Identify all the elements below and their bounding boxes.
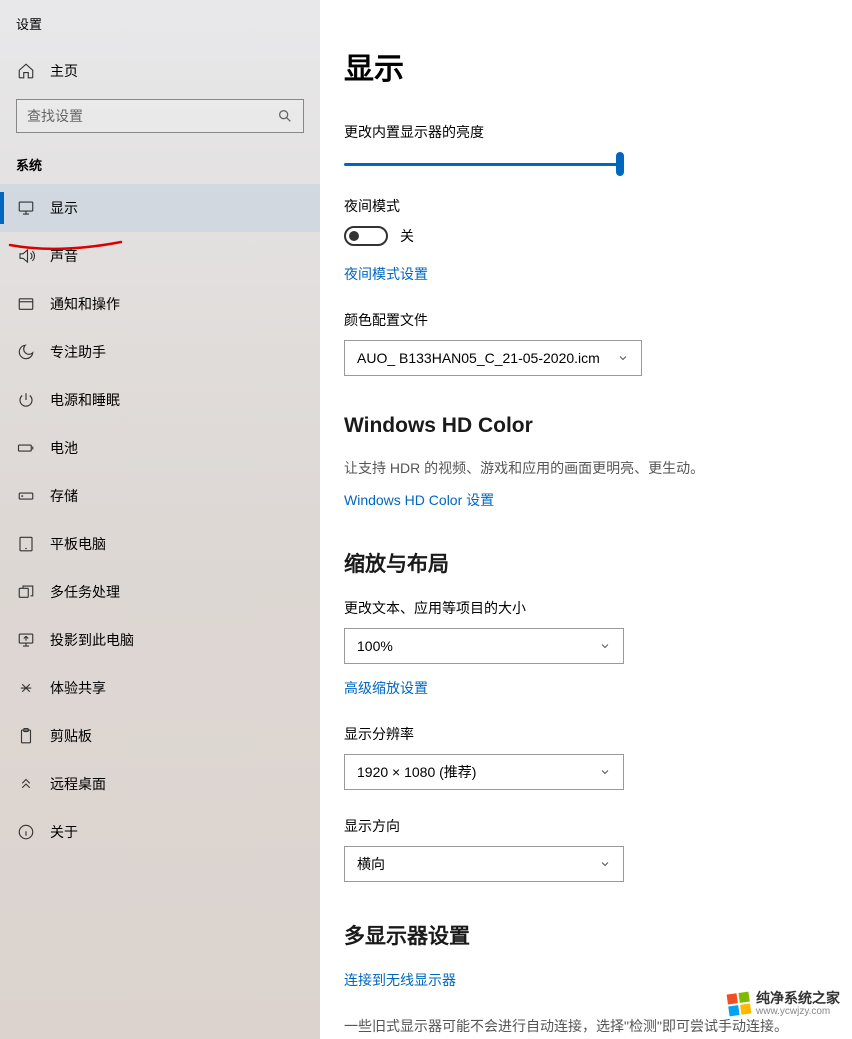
orientation-dropdown[interactable]: 横向: [344, 846, 624, 882]
chevron-down-icon: [599, 766, 611, 778]
resolution-value: 1920 × 1080 (推荐): [357, 762, 476, 782]
sidebar-item-tablet[interactable]: 平板电脑: [0, 520, 320, 568]
scale-value: 100%: [357, 638, 393, 654]
window-title: 设置: [0, 10, 320, 51]
tablet-icon: [16, 535, 36, 553]
project-icon: [16, 631, 36, 649]
sidebar-item-label: 关于: [50, 822, 78, 842]
battery-icon: [16, 439, 36, 457]
sidebar-item-label: 存储: [50, 486, 78, 506]
power-icon: [16, 391, 36, 409]
hd-color-title: Windows HD Color: [344, 414, 828, 438]
category-title: 系统: [0, 151, 320, 184]
orientation-value: 横向: [357, 854, 385, 874]
orientation-label: 显示方向: [344, 816, 828, 836]
watermark-title: 纯净系统之家: [756, 991, 840, 1006]
sidebar-item-battery[interactable]: 电池: [0, 424, 320, 472]
multi-display-desc: 一些旧式显示器可能不会进行自动连接，选择"检测"即可尝试手动连接。: [344, 1016, 828, 1036]
multi-display-title: 多显示器设置: [344, 920, 828, 950]
sidebar-item-storage[interactable]: 存储: [0, 472, 320, 520]
sidebar-item-label: 剪贴板: [50, 726, 92, 746]
multitask-icon: [16, 583, 36, 601]
sidebar-item-label: 声音: [50, 246, 78, 266]
home-label: 主页: [50, 61, 78, 81]
brightness-slider[interactable]: [344, 152, 624, 176]
shared-icon: [16, 679, 36, 697]
notify-icon: [16, 295, 36, 313]
resolution-label: 显示分辨率: [344, 724, 828, 744]
color-profile-label: 颜色配置文件: [344, 310, 828, 330]
sidebar-item-label: 专注助手: [50, 342, 106, 362]
chevron-down-icon: [599, 858, 611, 870]
main-content: 显示 更改内置显示器的亮度 夜间模式 关 夜间模式设置 颜色配置文件 AUO_ …: [320, 0, 852, 1039]
remote-icon: [16, 775, 36, 793]
wireless-display-link[interactable]: 连接到无线显示器: [344, 970, 456, 990]
search-icon: [277, 108, 293, 124]
sidebar-item-label: 通知和操作: [50, 294, 120, 314]
sidebar-item-clipboard[interactable]: 剪贴板: [0, 712, 320, 760]
sidebar-item-display[interactable]: 显示: [0, 184, 320, 232]
watermark-logo-icon: [727, 991, 752, 1016]
chevron-down-icon: [599, 640, 611, 652]
hd-color-desc: 让支持 HDR 的视频、游戏和应用的画面更明亮、更生动。: [344, 458, 828, 478]
brightness-label: 更改内置显示器的亮度: [344, 122, 828, 142]
night-light-toggle[interactable]: [344, 226, 388, 246]
sidebar-item-label: 电池: [50, 438, 78, 458]
hd-color-link[interactable]: Windows HD Color 设置: [344, 490, 494, 510]
sidebar-item-label: 远程桌面: [50, 774, 106, 794]
watermark: 纯净系统之家 www.ycwjzy.com: [728, 991, 840, 1017]
sidebar-item-shared[interactable]: 体验共享: [0, 664, 320, 712]
color-profile-dropdown[interactable]: AUO_ B133HAN05_C_21-05-2020.icm: [344, 340, 642, 376]
clipboard-icon: [16, 727, 36, 745]
sidebar-item-project[interactable]: 投影到此电脑: [0, 616, 320, 664]
search-box[interactable]: [16, 99, 304, 133]
focus-icon: [16, 343, 36, 361]
scale-title: 缩放与布局: [344, 548, 828, 578]
display-icon: [16, 199, 36, 217]
sidebar-item-label: 显示: [50, 198, 78, 218]
scale-label: 更改文本、应用等项目的大小: [344, 598, 828, 618]
sidebar-item-remote[interactable]: 远程桌面: [0, 760, 320, 808]
sidebar-item-multitask[interactable]: 多任务处理: [0, 568, 320, 616]
sidebar-item-label: 平板电脑: [50, 534, 106, 554]
night-light-label: 夜间模式: [344, 196, 828, 216]
storage-icon: [16, 487, 36, 505]
sidebar: 设置 主页 系统 显示声音通知和操作专注助手电源和睡眠电池存储平板电脑多任务处理…: [0, 0, 320, 1039]
sidebar-item-about[interactable]: 关于: [0, 808, 320, 856]
night-light-state: 关: [400, 226, 414, 246]
resolution-dropdown[interactable]: 1920 × 1080 (推荐): [344, 754, 624, 790]
watermark-url: www.ycwjzy.com: [756, 1006, 840, 1017]
sidebar-item-label: 投影到此电脑: [50, 630, 134, 650]
scale-dropdown[interactable]: 100%: [344, 628, 624, 664]
sidebar-item-power[interactable]: 电源和睡眠: [0, 376, 320, 424]
home-nav-item[interactable]: 主页: [0, 51, 320, 91]
page-title: 显示: [344, 44, 828, 88]
about-icon: [16, 823, 36, 841]
sound-icon: [16, 247, 36, 265]
search-input[interactable]: [27, 108, 277, 124]
sidebar-item-sound[interactable]: 声音: [0, 232, 320, 280]
advanced-scale-link[interactable]: 高级缩放设置: [344, 678, 428, 698]
home-icon: [16, 62, 36, 80]
sidebar-item-label: 电源和睡眠: [50, 390, 120, 410]
sidebar-item-notify[interactable]: 通知和操作: [0, 280, 320, 328]
night-light-settings-link[interactable]: 夜间模式设置: [344, 264, 428, 284]
chevron-down-icon: [617, 352, 629, 364]
sidebar-item-focus[interactable]: 专注助手: [0, 328, 320, 376]
color-profile-value: AUO_ B133HAN05_C_21-05-2020.icm: [357, 350, 600, 366]
sidebar-item-label: 体验共享: [50, 678, 106, 698]
sidebar-item-label: 多任务处理: [50, 582, 120, 602]
